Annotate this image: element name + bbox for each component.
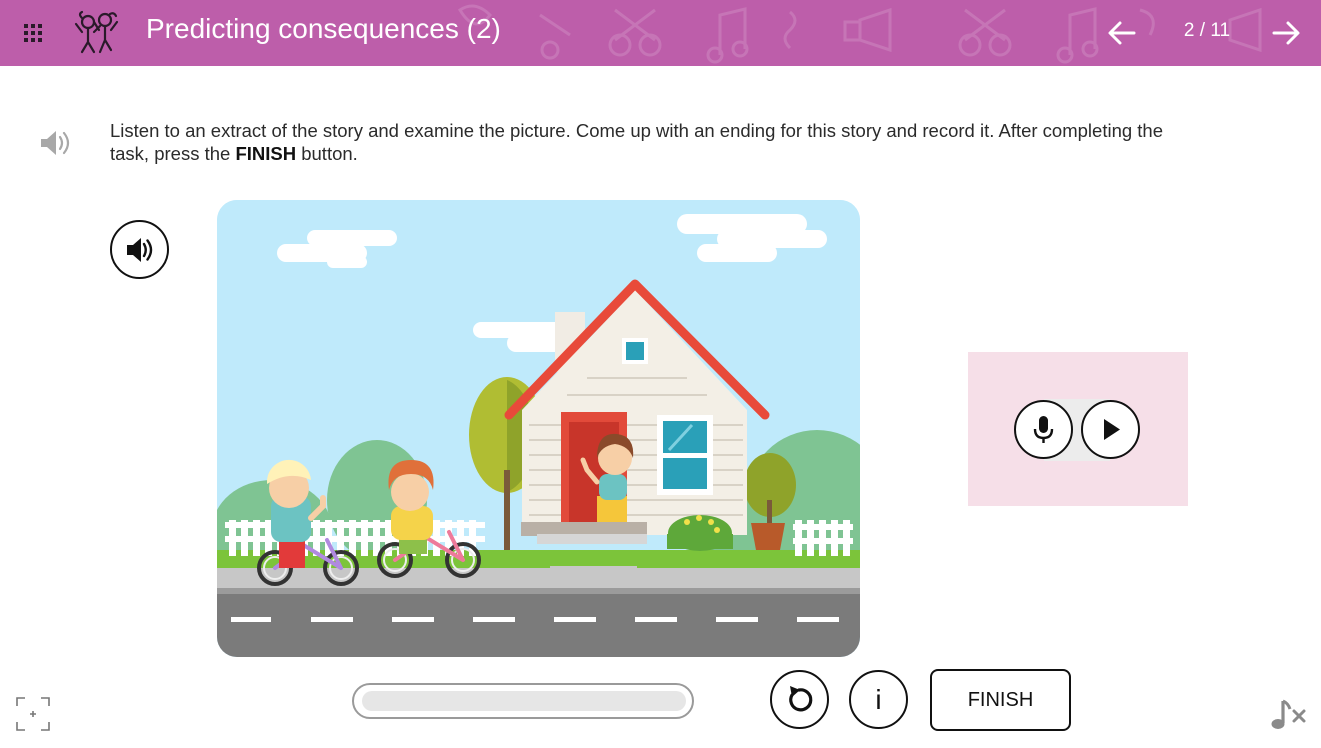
menu-button[interactable] <box>22 22 44 44</box>
microphone-icon <box>1033 416 1054 443</box>
story-picture <box>217 200 860 657</box>
instruction-text: Listen to an extract of the story and ex… <box>110 120 1164 164</box>
finish-keyword: FINISH <box>235 143 297 164</box>
progress-bar <box>352 683 694 719</box>
info-button[interactable]: i <box>849 670 908 729</box>
page-counter: 2 / 11 <box>1183 20 1231 41</box>
record-button[interactable] <box>1014 400 1073 459</box>
story-audio-button[interactable] <box>110 220 169 279</box>
speaker-icon[interactable] <box>38 128 72 158</box>
fullscreen-icon <box>16 697 50 731</box>
finish-button[interactable]: FINISH <box>930 669 1071 731</box>
play-icon <box>1104 419 1120 440</box>
page-title: Predicting consequences (2) <box>146 13 501 44</box>
arrow-right-icon[interactable] <box>1270 17 1302 49</box>
info-label: i <box>875 684 882 715</box>
dancing-kids-logo-icon <box>74 10 119 54</box>
arrow-left-icon[interactable] <box>1106 17 1138 49</box>
reset-button[interactable] <box>770 670 829 729</box>
grid-menu-icon <box>24 24 28 28</box>
play-button[interactable] <box>1081 400 1140 459</box>
music-toggle-button[interactable] <box>1270 697 1308 733</box>
progress-track <box>362 691 686 711</box>
speaker-icon <box>127 238 153 262</box>
header-bar: Predicting consequences (2) 2 / 11 <box>0 0 1321 66</box>
fullscreen-button[interactable] <box>16 697 50 731</box>
reset-icon <box>789 686 813 712</box>
music-off-icon <box>1271 699 1306 729</box>
